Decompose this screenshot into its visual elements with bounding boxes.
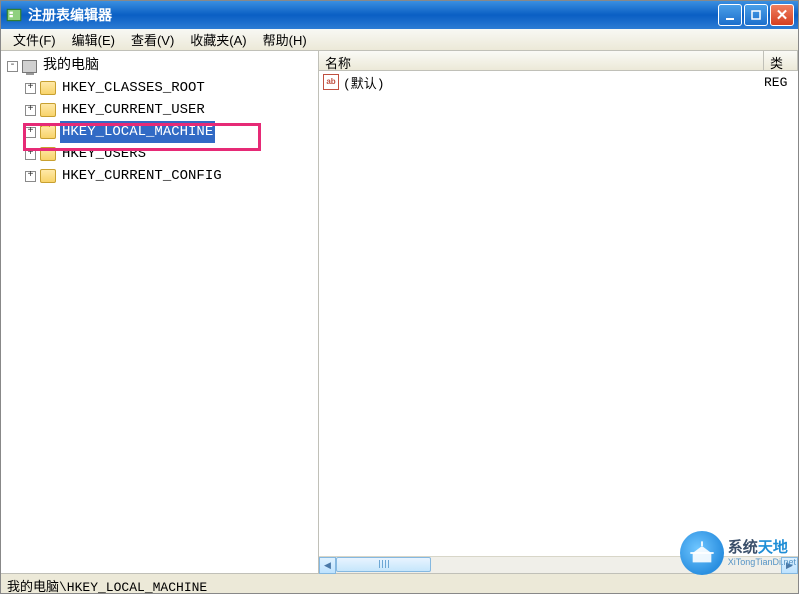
tree-label[interactable]: HKEY_USERS <box>60 143 148 165</box>
tree-item-hku[interactable]: + HKEY_USERS <box>25 143 318 165</box>
folder-icon <box>40 147 56 161</box>
tree-children: + HKEY_CLASSES_ROOT + HKEY_CURRENT_USER … <box>7 77 318 187</box>
watermark-text: 系统天地 XiTongTianDi.net <box>728 539 796 568</box>
tree-pane[interactable]: - 我的电脑 + HKEY_CLASSES_ROOT + HKEY_CURREN… <box>1 51 319 573</box>
tree-label-selected[interactable]: HKEY_LOCAL_MACHINE <box>60 121 215 143</box>
tree-root-node: - 我的电脑 + HKEY_CLASSES_ROOT + HKEY_CURREN… <box>7 55 318 187</box>
expander-icon[interactable]: + <box>25 127 36 138</box>
folder-icon <box>40 169 56 183</box>
close-button[interactable]: ✕ <box>770 4 794 26</box>
string-value-icon: ab <box>323 74 339 90</box>
minimize-button[interactable] <box>718 4 742 26</box>
tree-item-hklm[interactable]: + HKEY_LOCAL_MACHINE <box>25 121 318 143</box>
expander-icon[interactable]: + <box>25 105 36 116</box>
menu-favorites[interactable]: 收藏夹(A) <box>182 28 254 51</box>
scroll-left-icon[interactable]: ◀ <box>319 557 336 574</box>
regedit-icon <box>5 6 23 24</box>
status-path: 我的电脑\HKEY_LOCAL_MACHINE <box>7 580 207 595</box>
watermark-url: XiTongTianDi.net <box>728 557 796 568</box>
folder-icon <box>40 81 56 95</box>
scrollbar-thumb[interactable] <box>336 557 431 572</box>
watermark-brand: 系统天地 <box>728 539 796 557</box>
titlebar: 注册表编辑器 ✕ <box>1 1 798 29</box>
maximize-button[interactable] <box>744 4 768 26</box>
menu-edit[interactable]: 编辑(E) <box>64 28 123 51</box>
folder-icon <box>40 103 56 117</box>
tree-item-hkcu[interactable]: + HKEY_CURRENT_USER <box>25 99 318 121</box>
watermark: 系统天地 XiTongTianDi.net <box>680 531 796 575</box>
list-body[interactable]: ab (默认) REG <box>319 71 798 556</box>
value-name[interactable]: (默认) <box>343 73 764 92</box>
tree-item-hkcr[interactable]: + HKEY_CLASSES_ROOT <box>25 77 318 99</box>
value-type: REG <box>764 75 794 90</box>
menu-file[interactable]: 文件(F) <box>5 28 64 51</box>
window-controls: ✕ <box>718 4 794 26</box>
tree-label[interactable]: HKEY_CLASSES_ROOT <box>60 77 207 99</box>
tree-item-my-computer[interactable]: - 我的电脑 <box>7 55 318 77</box>
tree-label[interactable]: HKEY_CURRENT_USER <box>60 99 207 121</box>
folder-open-icon <box>40 125 56 139</box>
menubar: 文件(F) 编辑(E) 查看(V) 收藏夹(A) 帮助(H) <box>1 29 798 51</box>
column-header-name[interactable]: 名称 <box>319 51 764 70</box>
expander-icon[interactable]: + <box>25 83 36 94</box>
statusbar: 我的电脑\HKEY_LOCAL_MACHINE <box>1 573 798 593</box>
window-title: 注册表编辑器 <box>28 5 718 25</box>
list-header: 名称 类 <box>319 51 798 71</box>
column-header-type[interactable]: 类 <box>764 51 798 70</box>
expander-icon[interactable]: - <box>7 61 18 72</box>
menu-help[interactable]: 帮助(H) <box>255 28 315 51</box>
content-area: - 我的电脑 + HKEY_CLASSES_ROOT + HKEY_CURREN… <box>1 51 798 573</box>
tree-label[interactable]: HKEY_CURRENT_CONFIG <box>60 165 224 187</box>
expander-icon[interactable]: + <box>25 171 36 182</box>
expander-icon[interactable]: + <box>25 149 36 160</box>
computer-icon <box>22 60 37 73</box>
watermark-logo-icon <box>680 531 724 575</box>
tree-label[interactable]: 我的电脑 <box>41 55 101 77</box>
list-pane: 名称 类 ab (默认) REG ◀ ▶ <box>319 51 798 573</box>
list-row[interactable]: ab (默认) REG <box>323 73 794 91</box>
tree-item-hkcc[interactable]: + HKEY_CURRENT_CONFIG <box>25 165 318 187</box>
menu-view[interactable]: 查看(V) <box>123 28 182 51</box>
